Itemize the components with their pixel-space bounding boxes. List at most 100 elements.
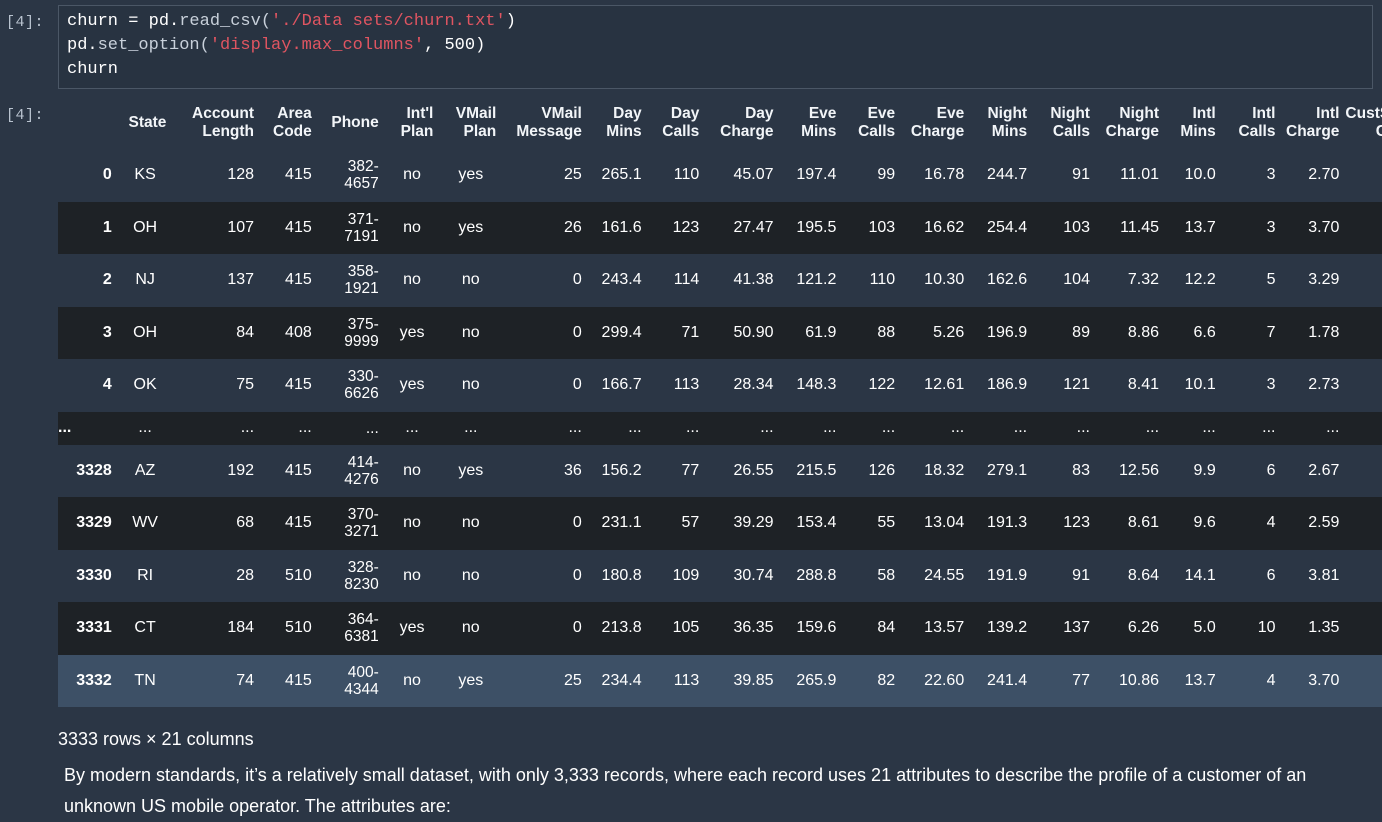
table-cell: 30.74 (733, 566, 774, 584)
code-token: set_option( (97, 36, 210, 55)
table-row: 3329 WV 68 415 370-3271 no no 0 231.1 57 39.29 153.… (58, 497, 1382, 550)
code-token: pd. (67, 36, 98, 55)
table-cell: 45.07 (733, 166, 774, 184)
table-cell: 71 (681, 323, 700, 341)
table-cell: ... (464, 419, 478, 436)
table-row: 3328 AZ 192 415 414-4276 no yes 36 156.2 77 26.55 2… (58, 445, 1382, 498)
dataframe-table: State Account Length Area Code Phone Int'l P… (58, 97, 1382, 707)
table-cell: ... (1076, 419, 1090, 436)
table-cell: 231.1 (601, 514, 642, 532)
table-cell: 28 (236, 566, 255, 584)
table-cell: 39.29 (733, 514, 774, 532)
table-cell: ... (823, 419, 837, 436)
table-cell: 103 (868, 218, 896, 236)
table-cell: 10.30 (924, 271, 965, 289)
table-cell: 13.57 (924, 619, 965, 637)
table-cell: 107 (227, 218, 255, 236)
table-cell: 12.61 (924, 376, 965, 394)
table-header-row: State Account Length Area Code Phone Int'l P… (58, 97, 1382, 149)
table-cell: 197.4 (796, 166, 837, 184)
table-cell: 11.01 (1120, 166, 1160, 184)
table-cell: 84 (877, 619, 896, 637)
table-cell: ... (950, 419, 965, 436)
table-cell: 370-3271 (344, 506, 379, 541)
table-cell: 279.1 (987, 461, 1028, 479)
column-header: Phone (331, 114, 379, 131)
table-cell: NJ (135, 271, 155, 289)
code-token: churn (67, 60, 119, 79)
code-token: ) (505, 12, 516, 31)
column-header: Eve Charge (910, 105, 965, 140)
row-index: 3330 (76, 566, 112, 584)
table-cell: 2.67 (1308, 461, 1340, 479)
table-cell: 288.8 (796, 566, 837, 584)
table-cell: 415 (285, 671, 312, 689)
table-cell: 109 (672, 566, 700, 584)
column-header: Area Code (273, 105, 312, 140)
table-cell: 1.78 (1308, 323, 1340, 341)
output-prompt: [4]: (6, 107, 45, 124)
table-cell: no (403, 218, 421, 236)
table-cell: 215.5 (796, 461, 837, 479)
table-cell: 161.6 (601, 218, 642, 236)
table-body: 0 KS 128 415 382-4657 no yes 25 265.1 110 45.07 197… (58, 149, 1382, 707)
column-header: Day Charge (720, 105, 774, 140)
table-cell: 16.62 (924, 218, 965, 236)
table-cell: 137 (1063, 619, 1090, 637)
table-cell: 26.55 (733, 461, 774, 479)
row-index: 1 (102, 218, 112, 236)
table-cell: 13.7 (1184, 218, 1216, 236)
column-header (58, 97, 118, 149)
table-cell: 9.9 (1193, 461, 1216, 479)
table-cell: 3.70 (1308, 218, 1340, 236)
column-header: Night Mins (987, 105, 1028, 140)
code-token: './Data sets/churn.txt' (271, 12, 506, 31)
table-cell (1345, 149, 1382, 202)
table-cell: ... (298, 419, 312, 436)
table-cell: 55 (877, 514, 896, 532)
table-cell: 330-6626 (344, 368, 379, 403)
table-row: 0 KS 128 415 382-4657 no yes 25 265.1 110 45.07 197… (58, 149, 1382, 202)
table-cell: 0 (572, 271, 582, 289)
code-line: churn (67, 60, 118, 79)
column-header: VMail Message (516, 105, 582, 140)
table-cell: 6.26 (1127, 619, 1160, 637)
table-cell: ... (628, 419, 642, 436)
table-cell: yes (399, 619, 425, 637)
column-header: Night Charge (1105, 105, 1160, 140)
table-cell: CT (134, 619, 156, 637)
table-cell: 10.86 (1118, 671, 1160, 689)
table-cell: 122 (868, 376, 896, 394)
table-cell: no (403, 166, 421, 184)
table-cell: 191.3 (987, 514, 1028, 532)
table-cell: 50.90 (733, 323, 774, 341)
code-token: 'display.max_columns' (209, 36, 425, 55)
table-cell: 88 (877, 323, 896, 341)
table-cell: 162.6 (987, 271, 1028, 289)
table-cell: 3.81 (1308, 566, 1340, 584)
table-cell: 191.9 (987, 566, 1028, 584)
table-cell: ... (881, 419, 896, 436)
table-cell (1345, 412, 1382, 445)
table-cell: 195.5 (796, 218, 837, 236)
table-cell: 22.60 (924, 671, 965, 689)
table-cell: 104 (1063, 271, 1090, 289)
table-cell: 103 (1063, 218, 1090, 236)
table-cell: 186.9 (987, 376, 1028, 394)
table-cell: 58 (877, 566, 896, 584)
table-cell: 6.6 (1193, 323, 1216, 341)
markdown-paragraph: By modern standards, it’s a relatively s… (64, 765, 1307, 816)
table-cell: 77 (1072, 671, 1090, 689)
table-cell (1345, 602, 1382, 655)
table-cell: ... (1202, 419, 1216, 436)
column-header: CustS C (1345, 105, 1382, 140)
table-cell: 61.9 (805, 323, 837, 341)
table-cell: no (461, 376, 480, 394)
table-cell: 8.86 (1127, 323, 1160, 341)
table-cell: 9.6 (1193, 514, 1216, 532)
table-cell: 77 (681, 461, 700, 479)
code-cell[interactable]: churn = pd.read_csv('./Data sets/churn.t… (58, 5, 1373, 89)
table-cell: ... (138, 419, 152, 436)
column-header: State (128, 114, 167, 131)
table-cell: OH (133, 218, 158, 236)
